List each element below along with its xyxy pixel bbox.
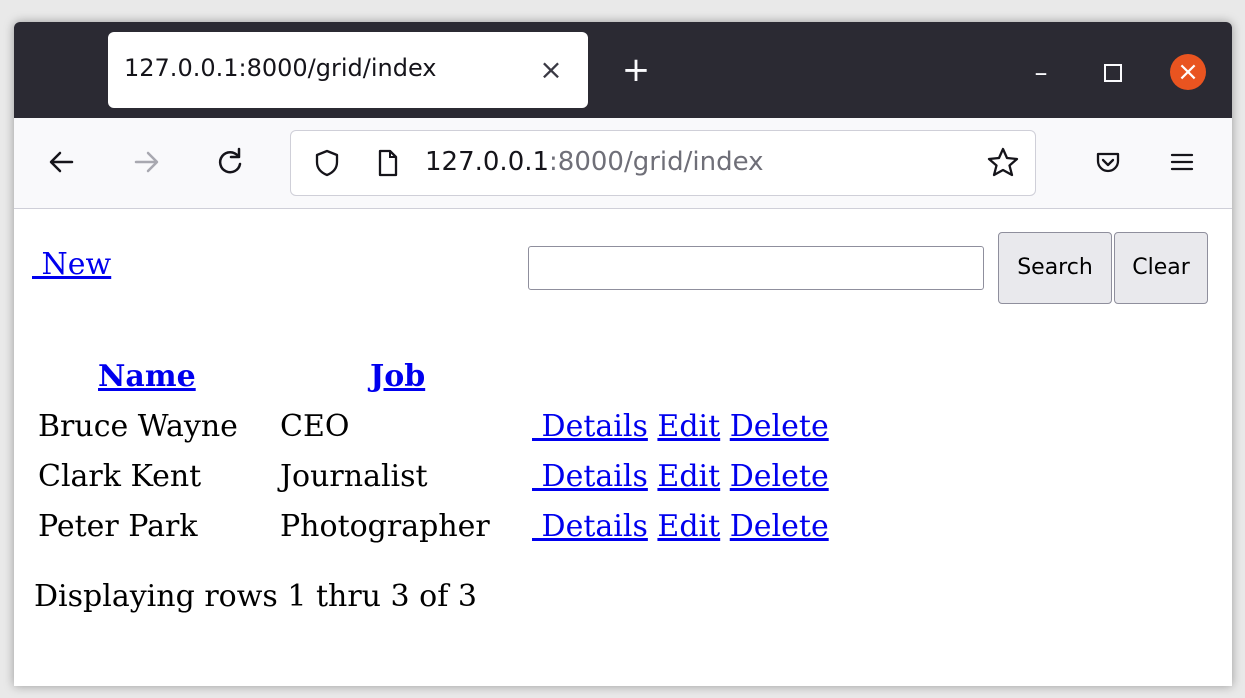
table-row-name: Peter Park: [38, 509, 198, 544]
table-row-job: CEO: [280, 409, 350, 444]
page-icon: [369, 145, 405, 181]
tab-title: 127.0.0.1:8000/grid/index: [124, 54, 437, 82]
search-button[interactable]: Search: [998, 232, 1112, 304]
forward-arrow-icon[interactable]: [124, 140, 168, 184]
details-link[interactable]: Details: [532, 509, 648, 544]
table-row-actions: Details Edit Delete: [532, 459, 829, 494]
maximize-icon[interactable]: [1104, 64, 1122, 82]
reload-icon[interactable]: [208, 140, 252, 184]
details-link[interactable]: Details: [532, 409, 648, 444]
bookmark-star-icon[interactable]: [983, 143, 1023, 183]
search-input[interactable]: [528, 246, 984, 290]
minimize-icon[interactable]: –: [1026, 58, 1056, 88]
pocket-icon[interactable]: [1086, 140, 1130, 184]
url-bar[interactable]: 127.0.0.1:8000/grid/index: [290, 130, 1036, 196]
table-row-job: Photographer: [280, 509, 490, 544]
table-row-job: Journalist: [280, 459, 428, 494]
new-tab-icon[interactable]: +: [616, 52, 656, 92]
active-tab[interactable]: 127.0.0.1:8000/grid/index ×: [108, 32, 588, 108]
edit-link[interactable]: Edit: [657, 509, 720, 544]
tab-close-icon[interactable]: ×: [536, 50, 566, 90]
table-row-name: Bruce Wayne: [38, 409, 238, 444]
delete-link[interactable]: Delete: [730, 459, 829, 494]
url-path: :8000/grid/index: [549, 147, 764, 177]
tracking-protection-shield-icon[interactable]: [309, 145, 345, 181]
edit-link[interactable]: Edit: [657, 459, 720, 494]
table-row-name: Clark Kent: [38, 459, 202, 494]
navigation-bar: 127.0.0.1:8000/grid/index: [14, 118, 1232, 209]
hamburger-menu-icon[interactable]: [1160, 140, 1204, 184]
url-host: 127.0.0.1: [425, 147, 550, 177]
back-arrow-icon[interactable]: [40, 140, 84, 184]
column-header-job[interactable]: Job: [370, 359, 425, 394]
tab-bar: 127.0.0.1:8000/grid/index × + – ×: [14, 22, 1232, 118]
new-link[interactable]: New: [32, 247, 112, 282]
edit-link[interactable]: Edit: [657, 409, 720, 444]
browser-window: 127.0.0.1:8000/grid/index × + – × 127.0.…: [14, 22, 1232, 686]
details-link[interactable]: Details: [532, 459, 648, 494]
delete-link[interactable]: Delete: [730, 409, 829, 444]
window-close-icon[interactable]: ×: [1170, 54, 1206, 90]
delete-link[interactable]: Delete: [730, 509, 829, 544]
url-text[interactable]: 127.0.0.1:8000/grid/index: [425, 147, 764, 177]
page-content: New Search Clear Name Job Bruce Wayne CE…: [14, 209, 1232, 686]
clear-button[interactable]: Clear: [1114, 232, 1208, 304]
row-count-status: Displaying rows 1 thru 3 of 3: [34, 579, 477, 614]
column-header-name[interactable]: Name: [98, 359, 196, 394]
table-row-actions: Details Edit Delete: [532, 509, 829, 544]
table-row-actions: Details Edit Delete: [532, 409, 829, 444]
